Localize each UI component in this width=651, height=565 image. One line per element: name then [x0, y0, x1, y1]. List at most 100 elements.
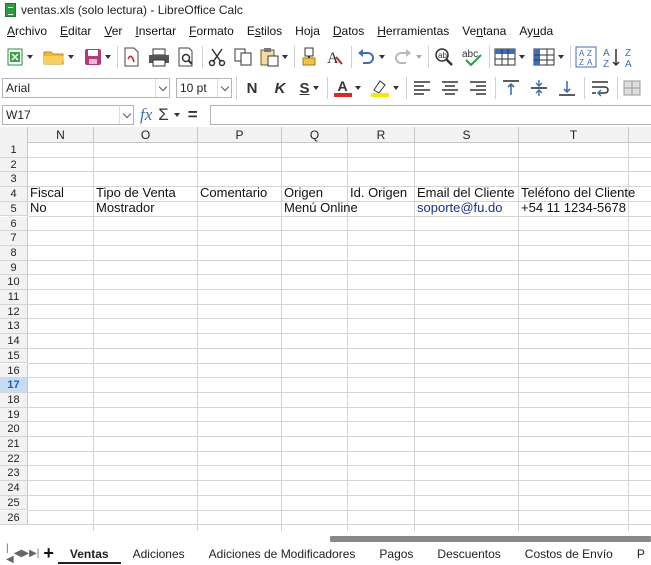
cell-o4[interactable]: Tipo de Venta	[94, 185, 176, 201]
row-header-12[interactable]: 12	[0, 304, 28, 320]
add-sheet-icon[interactable]: +	[43, 543, 54, 563]
menu-item[interactable]: Formato	[182, 24, 240, 38]
row-header-21[interactable]: 21	[0, 437, 28, 452]
menu-item[interactable]: Datos	[326, 24, 370, 38]
cell-n4[interactable]: Fiscal	[28, 185, 64, 201]
spelling-button[interactable]: abc	[461, 44, 483, 70]
align-bottom-button[interactable]	[556, 75, 578, 101]
menu-item[interactable]: Ventana	[455, 24, 512, 38]
row-header-16[interactable]: 16	[0, 363, 28, 379]
bold-button[interactable]: N	[241, 75, 263, 101]
row-header-8[interactable]: 8	[0, 245, 28, 261]
chevron-down-icon[interactable]	[119, 106, 133, 124]
align-right-button[interactable]	[467, 75, 489, 101]
wrap-text-button[interactable]	[589, 75, 611, 101]
row-header-22[interactable]: 22	[0, 451, 28, 467]
cell-t5[interactable]: +54 11 1234-5678	[519, 200, 626, 216]
chevron-down-icon[interactable]	[155, 79, 169, 97]
redo-button[interactable]	[393, 44, 422, 70]
row-header-18[interactable]: 18	[0, 392, 28, 408]
row-header-19[interactable]: 19	[0, 407, 28, 423]
menu-item[interactable]: Hoja	[288, 24, 326, 38]
menu-item[interactable]: Ayuda	[512, 24, 559, 38]
open-button[interactable]	[43, 44, 74, 70]
spreadsheet-grid[interactable]: N O P Q R S T 1 2 3 4 5 6 7 8 9 10 11 12 13 14 15 16 17 18 19 20 21…	[0, 127, 651, 531]
cell-n5[interactable]: No	[28, 200, 47, 216]
row-header-6[interactable]: 6	[0, 216, 28, 232]
clear-formatting-button[interactable]: A	[325, 44, 345, 70]
cell-q5[interactable]: Menú Online	[282, 200, 358, 216]
underline-button[interactable]: S	[297, 75, 321, 101]
first-sheet-icon[interactable]: |◀	[6, 543, 14, 565]
row-header-4[interactable]: 4	[0, 187, 28, 202]
print-button[interactable]	[148, 44, 170, 70]
sheet-tab[interactable]: Pagos	[367, 544, 425, 564]
font-name-combo[interactable]: Arial	[2, 78, 170, 98]
font-size-combo[interactable]: 10 pt	[176, 78, 232, 98]
center-vertically-button[interactable]	[528, 75, 550, 101]
row-header-17[interactable]: 17	[0, 378, 28, 393]
cut-button[interactable]	[207, 44, 227, 70]
menu-item[interactable]: Estilos	[240, 24, 288, 38]
row-header-9[interactable]: 9	[0, 260, 28, 276]
print-preview-button[interactable]	[176, 44, 196, 70]
select-all-corner[interactable]	[0, 127, 28, 143]
menu-item[interactable]: Archivo	[0, 24, 53, 38]
row-header-10[interactable]: 10	[0, 275, 28, 290]
row-header-11[interactable]: 11	[0, 290, 28, 305]
new-document-button[interactable]	[6, 44, 33, 70]
cell-r4[interactable]: Id. Origen	[348, 185, 407, 201]
row-header-24[interactable]: 24	[0, 481, 28, 496]
row-header-1[interactable]: 1	[0, 143, 28, 158]
clone-formatting-button[interactable]	[299, 44, 319, 70]
sort-button[interactable]: AZZA	[575, 44, 597, 70]
row-header-13[interactable]: 13	[0, 319, 28, 335]
cell-p4[interactable]: Comentario	[198, 185, 267, 201]
formula-input[interactable]	[210, 105, 651, 125]
row-header-23[interactable]: 23	[0, 466, 28, 482]
row-header-15[interactable]: 15	[0, 348, 28, 364]
cell-s4[interactable]: Email del Cliente	[415, 185, 515, 201]
cell-t4[interactable]: Teléfono del Cliente	[519, 185, 635, 201]
sort-descending-button[interactable]: ZA	[625, 44, 635, 70]
column-header-n[interactable]: N	[28, 127, 94, 143]
save-button[interactable]	[84, 44, 111, 70]
row-header-5[interactable]: 5	[0, 201, 28, 217]
paste-button[interactable]	[259, 44, 288, 70]
cell-s5[interactable]: soporte@fu.do	[415, 200, 502, 216]
function-wizard-icon[interactable]: fx	[140, 105, 152, 125]
copy-button[interactable]	[233, 44, 253, 70]
formula-equals-icon[interactable]: =	[188, 105, 198, 125]
row-header-20[interactable]: 20	[0, 422, 28, 437]
row-header-7[interactable]: 7	[0, 231, 28, 246]
previous-sheet-icon[interactable]: ◀	[14, 546, 22, 562]
last-sheet-icon[interactable]: ▶|	[29, 546, 39, 562]
sheet-tab[interactable]: Descuentos	[425, 544, 512, 564]
align-left-button[interactable]	[411, 75, 433, 101]
next-sheet-icon[interactable]: ▶	[21, 546, 29, 562]
sort-ascending-button[interactable]: AZ	[603, 44, 621, 70]
column-header-r[interactable]: R	[348, 127, 415, 143]
column-header-p[interactable]: P	[198, 127, 282, 143]
sheet-tab[interactable]: Ventas	[57, 544, 121, 564]
sheet-tab[interactable]: Costos de Envío	[513, 544, 625, 564]
row-button[interactable]	[494, 44, 525, 70]
align-top-button[interactable]	[500, 75, 522, 101]
italic-button[interactable]: K	[269, 75, 291, 101]
sheet-tab[interactable]: Adiciones	[121, 544, 197, 564]
menu-item[interactable]: Ver	[97, 24, 128, 38]
font-color-button[interactable]: A	[332, 75, 362, 101]
cell-o5[interactable]: Mostrador	[94, 200, 155, 216]
export-pdf-button[interactable]	[122, 44, 142, 70]
menu-item[interactable]: Herramientas	[370, 24, 455, 38]
row-header-14[interactable]: 14	[0, 334, 28, 349]
find-replace-button[interactable]: ab	[433, 44, 455, 70]
menu-item[interactable]: Editar	[53, 24, 97, 38]
horizontal-scrollbar[interactable]	[330, 536, 651, 542]
row-header-25[interactable]: 25	[0, 495, 28, 511]
menu-item[interactable]: Insertar	[128, 24, 182, 38]
sheet-tab[interactable]: P	[625, 544, 651, 564]
column-header-q[interactable]: Q	[282, 127, 348, 143]
undo-button[interactable]	[356, 44, 385, 70]
column-header-o[interactable]: O	[94, 127, 198, 143]
